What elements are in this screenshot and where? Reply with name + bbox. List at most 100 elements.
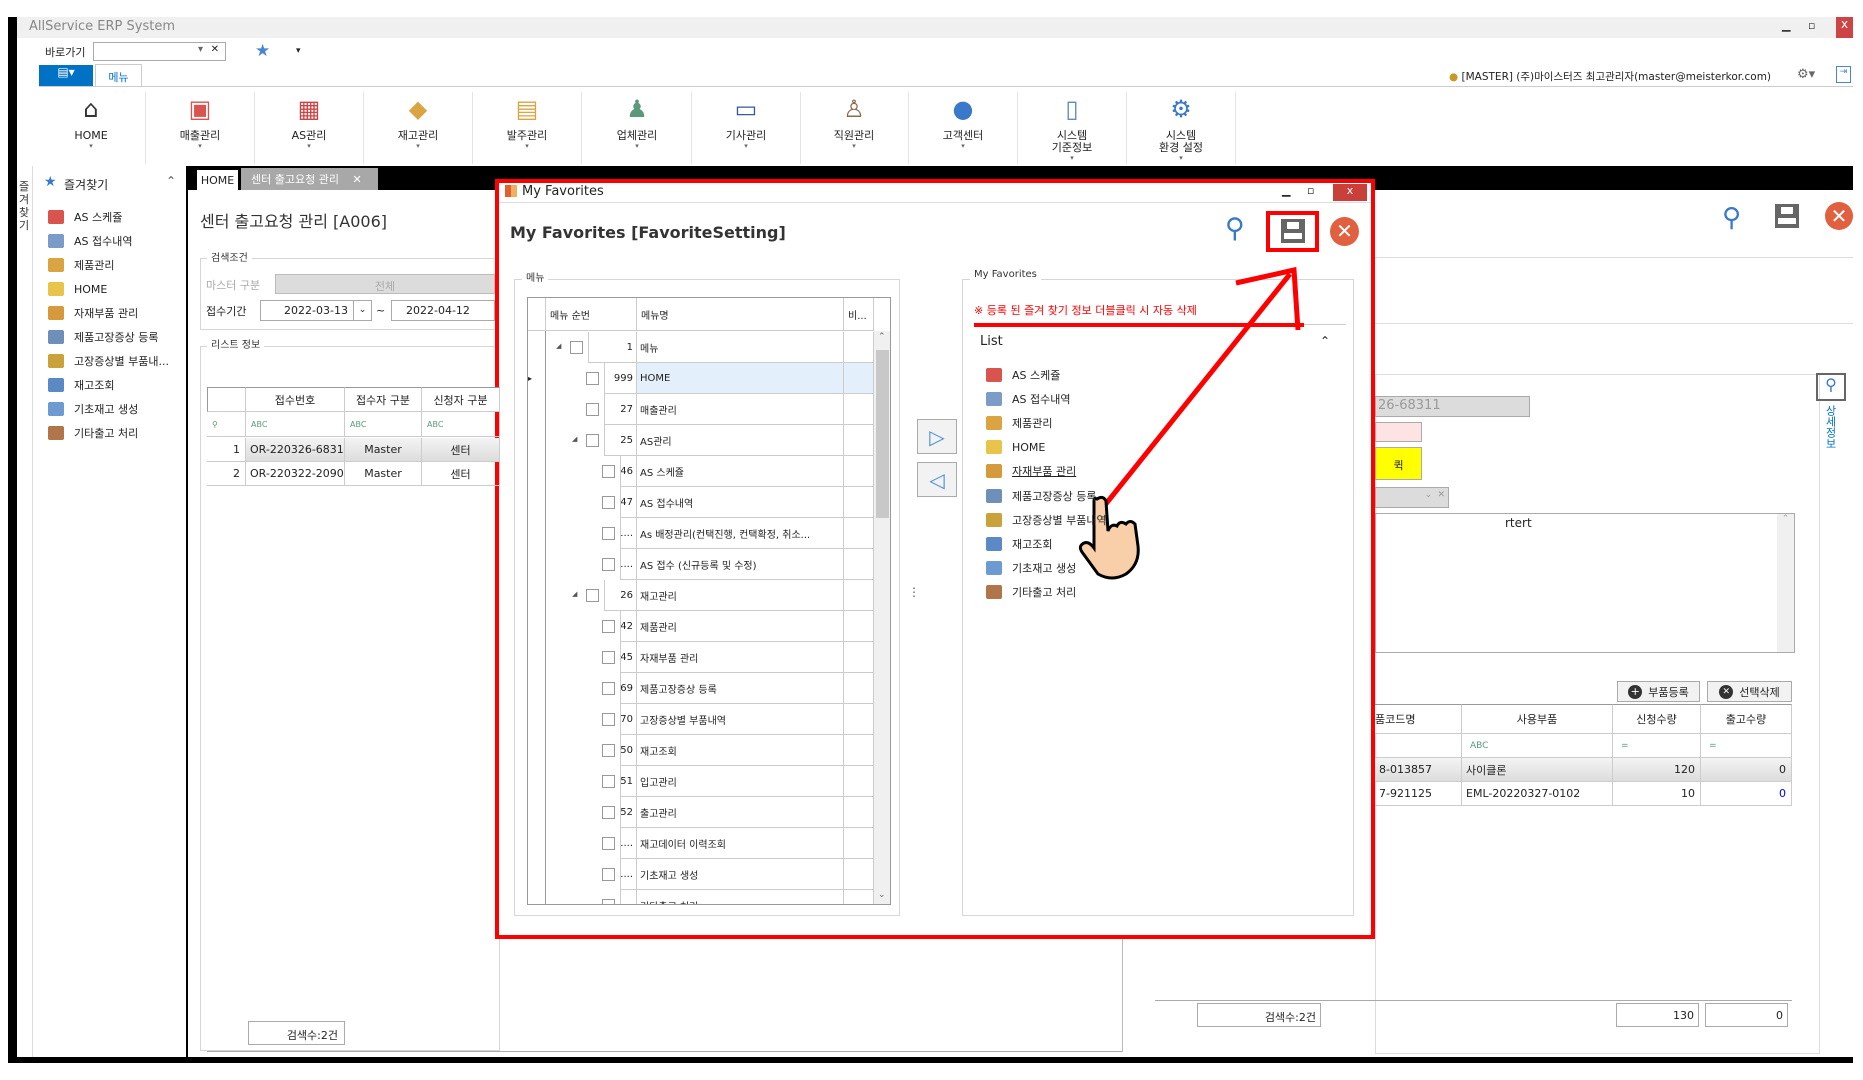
menu-item-icon [986,416,1002,431]
column-header[interactable]: 접수번호 [246,387,345,412]
row-number[interactable]: 1 [207,438,246,462]
chevron-down-icon: ▾ [525,142,529,150]
chevron-down-icon: ▾ [852,142,856,150]
favorite-item[interactable]: 재고조회 [986,534,1052,554]
ribbon-inventory[interactable]: ◆ 재고관리 ▾ [364,92,473,164]
menu-item-icon [48,282,64,296]
menu-item-icon [48,330,64,344]
column-header[interactable]: 신청수량 [1613,704,1701,734]
table-cell-req[interactable]: 10 [1613,782,1701,806]
sidebar-item[interactable]: AS 스케쥴 [48,206,122,228]
chevron-down-icon: ▾ [307,142,311,150]
favorite-item[interactable]: 기타출고 처리 [986,582,1076,602]
favorite-item[interactable]: AS 접수내역 [986,389,1070,409]
chevron-down-icon: ▾ [1179,154,1183,162]
favorite-item-label: 고장증상별 부품내역 [1012,513,1107,527]
favorite-item-label: 기초재고 생성 [1012,561,1077,575]
ribbon-label: AS관리 [291,129,327,142]
table-cell-req[interactable]: 120 [1613,758,1701,782]
sidebar-item-label: 재고조회 [74,379,115,392]
favorite-item-label: 기타출고 처리 [1012,585,1077,599]
company-icon: ♟ [626,95,648,123]
sidebar-item-label: 기초재고 생성 [74,403,139,416]
ribbon-technician[interactable]: ▭ 기사관리 ▾ [692,92,801,164]
filter-cell[interactable]: ABC [1462,734,1613,758]
favorite-item-label: HOME [1012,440,1046,454]
chevron-down-icon: ▾ [635,142,639,150]
sidebar-item[interactable]: 제품관리 [48,254,114,276]
menu-item-icon [48,306,64,320]
favorite-item-label: 재고조회 [1012,537,1053,551]
menu-item-icon [986,440,1002,455]
sidebar-item[interactable]: 재고조회 [48,374,114,396]
ribbon-order[interactable]: ▤ 발주관리 ▾ [473,92,582,164]
filter-cell[interactable]: ABC [345,412,422,437]
table-cell-out[interactable]: 0 [1701,758,1792,782]
column-header[interactable]: 사용부품 [1462,704,1613,734]
favorite-item[interactable]: 고장증상별 부품내역 [986,510,1107,530]
filter-icon[interactable]: ⚲ [207,412,246,437]
favorite-item[interactable]: 제품관리 [986,413,1052,433]
table-cell-requester[interactable]: 센터 [422,438,500,462]
table-cell-code[interactable]: 8-013857 [1375,758,1462,782]
menu-item-icon [48,378,64,392]
table-cell-id[interactable]: OR-220326-68311 [246,438,345,462]
column-header[interactable]: 품코드명 [1375,704,1462,734]
column-header[interactable]: 신청자 구분 [422,387,500,412]
menu-item-icon [48,210,64,224]
table-cell-part[interactable]: 사이클론 [1462,758,1613,782]
table-cell-id[interactable]: OR-220322-20901 [246,462,345,486]
table-cell-receiver[interactable]: Master [345,438,422,462]
favorite-item-label: 제품고장증상 등록 [1012,489,1097,503]
menu-item-icon [48,354,64,368]
technician-icon: ▭ [734,95,758,123]
chevron-down-icon: ▾ [1070,154,1074,162]
sidebar-item[interactable]: 제품고장증상 등록 [48,326,158,348]
menu-item-icon [986,392,1002,407]
table-cell-code[interactable]: 7-921125 [1375,782,1462,806]
sidebar-item[interactable]: AS 접수내역 [48,230,132,252]
ribbon-home[interactable]: ⌂ HOME ▾ [37,92,146,164]
filter-cell[interactable]: ABC [246,412,345,437]
ribbon-employee[interactable]: ♙ 직원관리 ▾ [800,92,909,164]
arrow-line [1103,272,1292,507]
filter-cell[interactable] [1375,734,1462,758]
menu-item-icon [986,464,1002,479]
menu-item-icon [986,512,1002,527]
favorite-item[interactable]: HOME [986,437,1045,457]
sidebar-item-label: 제품관리 [74,259,115,272]
ribbon-sales[interactable]: ▣ 매출관리 ▾ [146,92,255,164]
ribbon-as[interactable]: ▦ AS관리 ▾ [255,92,364,164]
menu-item-icon [48,402,64,416]
ribbon-system-info[interactable]: ▯ 시스템 기준정보 ▾ [1018,92,1127,164]
filter-cell[interactable]: = [1613,734,1701,758]
column-header[interactable]: 접수자 구분 [345,387,422,412]
sidebar-item[interactable]: 기타출고 처리 [48,422,138,444]
sidebar-item[interactable]: HOME [48,278,107,300]
ribbon-label: 직원관리 [833,129,875,142]
menu-item-icon [48,426,64,440]
order-icon: ▤ [515,95,539,123]
filter-cell[interactable]: ABC [422,412,500,437]
favorite-item[interactable]: 제품고장증상 등록 [986,486,1096,506]
ribbon-company[interactable]: ♟ 업체관리 ▾ [583,92,692,164]
column-header[interactable]: 출고수량 [1701,704,1792,734]
customer-icon: ● [952,95,974,123]
sidebar-item[interactable]: 자재부품 관리 [48,302,138,324]
favorite-item[interactable]: AS 스케쥴 [986,365,1060,385]
ribbon-settings[interactable]: ⚙ 시스템 환경 설정 ▾ [1127,92,1236,164]
chevron-down-icon: ▾ [744,142,748,150]
row-number[interactable]: 2 [207,462,246,486]
table-cell-requester[interactable]: 센터 [422,462,500,486]
ribbon-label: 발주관리 [506,129,548,142]
table-cell-out[interactable]: 0 [1701,782,1792,806]
favorite-item[interactable]: 기초재고 생성 [986,558,1076,578]
ribbon-customer[interactable]: ● 고객센터 ▾ [909,92,1018,164]
sidebar-item[interactable]: 기초재고 생성 [48,398,138,420]
filter-cell[interactable]: = [1701,734,1792,758]
employee-icon: ♙ [843,95,865,123]
sidebar-item[interactable]: 고장증상별 부품내... [48,350,169,372]
table-cell-part[interactable]: EML-20220327-0102 [1462,782,1613,806]
favorite-item[interactable]: 자재부품 관리 [986,461,1076,481]
table-cell-receiver[interactable]: Master [345,462,422,486]
